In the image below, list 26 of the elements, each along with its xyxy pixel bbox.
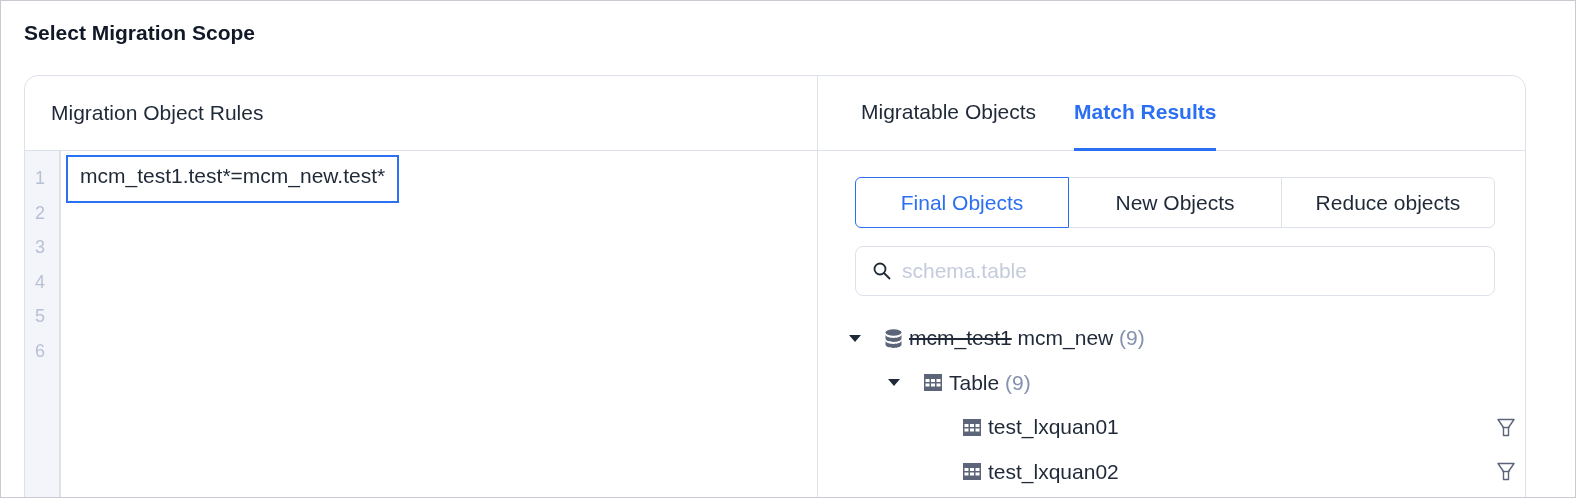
table-icon: [924, 374, 942, 392]
table-icon: [963, 418, 981, 436]
tree-item[interactable]: mcm_test1 mcm_new (9): [909, 326, 1145, 351]
filter-icon[interactable]: [1497, 417, 1515, 437]
tree-item[interactable]: Table (9): [949, 370, 1031, 395]
tree-item[interactable]: test_lxquan01: [988, 415, 1119, 440]
line-number: 1: [34, 167, 46, 190]
segment-button[interactable]: Final Objects: [855, 177, 1069, 228]
line-number: 4: [34, 270, 46, 294]
caret-icon[interactable]: [849, 334, 861, 342]
page-title: Select Migration Scope: [24, 21, 257, 45]
tab[interactable]: Migratable Objects: [861, 76, 1037, 151]
table-icon: [963, 463, 981, 481]
tree-item[interactable]: test_lxquan02: [988, 459, 1119, 484]
tab[interactable]: Match Results: [1074, 76, 1217, 151]
database-icon: [885, 328, 902, 348]
search-field[interactable]: schema.table: [855, 246, 1495, 296]
segment-button[interactable]: New Objects: [1068, 177, 1282, 228]
line-number: 3: [34, 236, 46, 259]
panel-title: Migration Object Rules: [51, 101, 264, 125]
line-number: 2: [34, 201, 46, 225]
caret-icon[interactable]: [888, 379, 900, 387]
line-number: 5: [34, 305, 46, 328]
segment-button[interactable]: Reduce objects: [1281, 177, 1495, 228]
filter-icon[interactable]: [1497, 462, 1515, 482]
line-number: 6: [34, 339, 46, 363]
